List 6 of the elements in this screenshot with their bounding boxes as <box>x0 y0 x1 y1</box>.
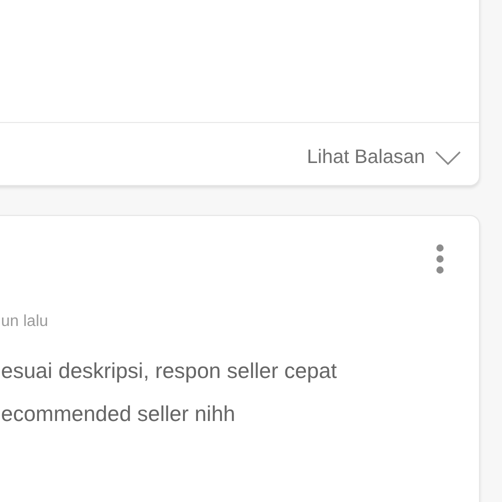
review-text: esuai deskripsi, respon seller cepat <box>1 359 337 383</box>
review-time: un lalu <box>1 313 48 330</box>
chevron-icon <box>435 150 461 166</box>
view-replies-button[interactable]: Lihat Balasan <box>306 143 461 172</box>
more-options-icon[interactable] <box>435 244 445 274</box>
review-text: ecommended seller nihh <box>1 402 236 426</box>
